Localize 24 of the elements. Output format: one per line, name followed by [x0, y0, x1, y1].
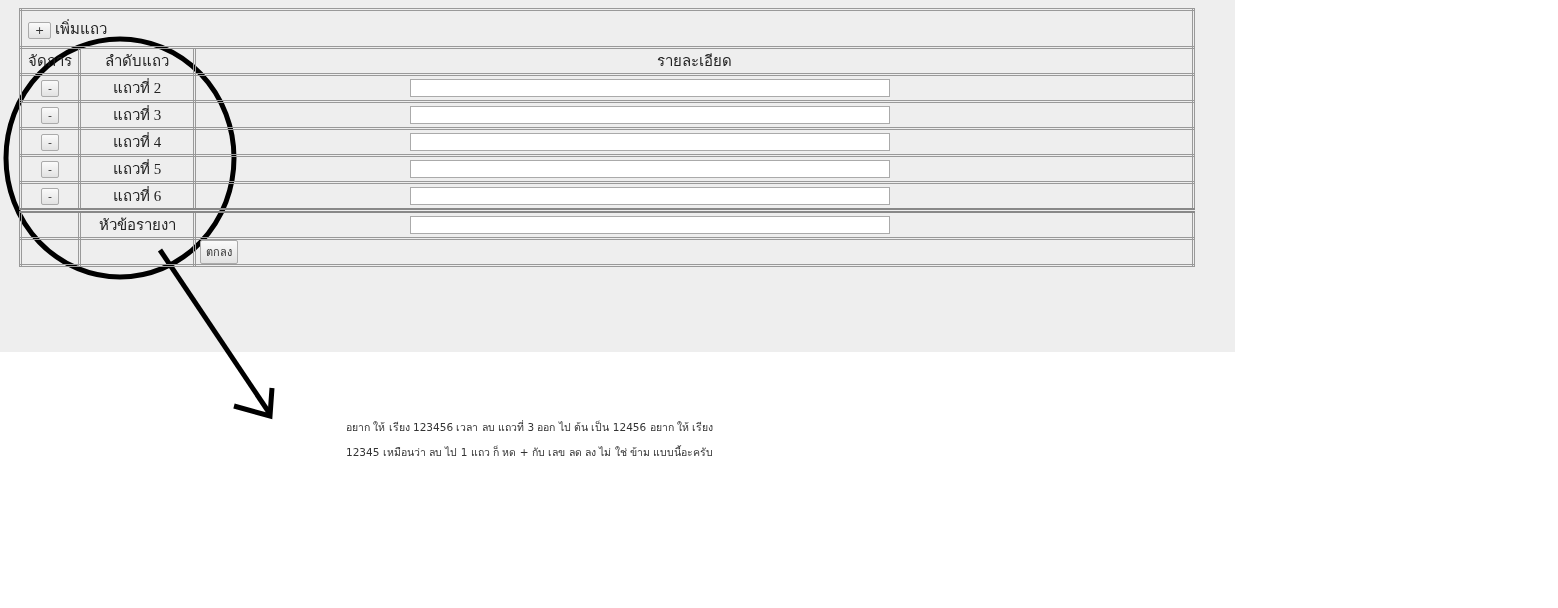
- column-header: ลำดับแถว: [105, 53, 169, 69]
- detail-field[interactable]: [410, 160, 890, 178]
- remove-row-button[interactable]: -: [41, 79, 59, 97]
- note-text: 12345 เหมือนว่า ลบ ไป 1 แถว ก็ หด + กับ เลข ลด ลง ไม่ ใช่ ข้าม แบบนี้อะครับ: [346, 444, 714, 460]
- remove-row-button[interactable]: -: [41, 160, 59, 178]
- detail-field[interactable]: [410, 133, 890, 151]
- row-label: แถวที่ 2: [112, 80, 162, 96]
- row-label: แถวที่ 6: [112, 188, 162, 204]
- detail-field[interactable]: [410, 106, 890, 124]
- add-row-label: เพิ่มแถว: [55, 20, 108, 37]
- row-label: หัวข้อรายงา: [98, 217, 176, 233]
- remove-row-button[interactable]: -: [41, 106, 59, 124]
- row-label: แถวที่ 4: [112, 134, 162, 150]
- note-text: อยาก ให้ เรียง 123456 เวลา ลบ แถวที่ 3 ออก ไป ต้น เป็น 12456 อยาก ให้ เรียง: [346, 419, 714, 435]
- submit-button[interactable]: ตกลง: [200, 240, 238, 264]
- row-label: แถวที่ 5: [112, 161, 162, 177]
- detail-field[interactable]: [410, 79, 890, 97]
- detail-field[interactable]: [410, 187, 890, 205]
- remove-row-button[interactable]: -: [41, 187, 59, 205]
- remove-row-button[interactable]: -: [41, 133, 59, 151]
- column-header: รายละเอียด: [656, 53, 732, 69]
- add-row-button[interactable]: +: [28, 21, 52, 39]
- title-field[interactable]: [410, 216, 890, 234]
- row-label: แถวที่ 3: [112, 107, 162, 123]
